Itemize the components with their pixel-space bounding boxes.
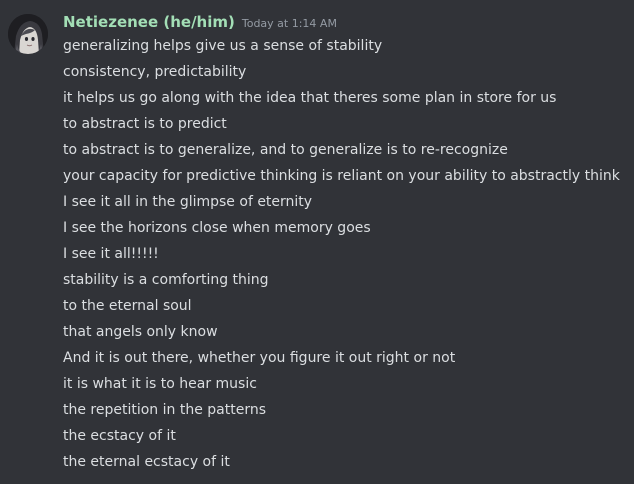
message-line: the repetition in the patterns — [63, 402, 267, 418]
message-line: consistency, predictability — [63, 64, 247, 80]
message-line: your capacity for predictive thinking is… — [63, 168, 620, 184]
message-line: the ecstacy of it — [63, 428, 176, 444]
message-header: Netiezenee (he/him) Today at 1:14 AM — [63, 13, 337, 33]
message-content: generalizing helps give us a sense of st… — [63, 33, 620, 475]
message-line: to abstract is to predict — [63, 116, 227, 132]
message-line: to the eternal soul — [63, 298, 192, 314]
chat-message: Netiezenee (he/him) Today at 1:14 AM gen… — [0, 0, 634, 484]
message-line: I see the horizons close when memory goe… — [63, 220, 371, 236]
message-line: generalizing helps give us a sense of st… — [63, 38, 383, 54]
message-line: to abstract is to generalize, and to gen… — [63, 142, 508, 158]
message-line: it is what it is to hear music — [63, 376, 257, 392]
message-line: the eternal ecstacy of it — [63, 454, 230, 470]
message-line: I see it all in the glimpse of eternity — [63, 194, 313, 210]
message-line: I see it all!!!!! — [63, 246, 159, 262]
message-line: that angels only know — [63, 324, 218, 340]
message-line: it helps us go along with the idea that … — [63, 90, 557, 106]
author-username[interactable]: Netiezenee (he/him) — [63, 13, 235, 31]
message-timestamp[interactable]: Today at 1:14 AM — [242, 17, 337, 30]
user-avatar-icon — [8, 14, 48, 54]
avatar[interactable] — [8, 14, 48, 54]
message-line: stability is a comforting thing — [63, 272, 269, 288]
message-line: And it is out there, whether you figure … — [63, 350, 456, 366]
